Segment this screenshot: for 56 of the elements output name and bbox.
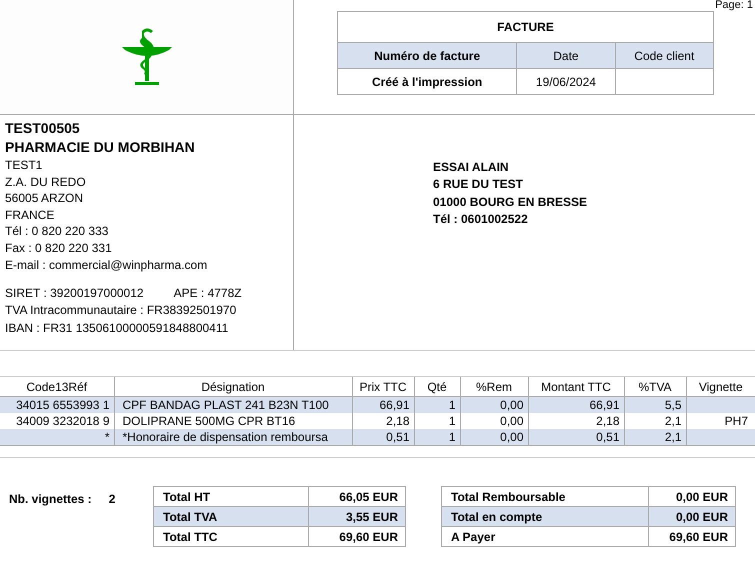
table-cell: 34009 3232018 9 — [0, 413, 114, 429]
client-address-line: 01000 BOURG EN BRESSE — [433, 194, 588, 211]
siret-text: SIRET : 39200197000012 — [5, 285, 144, 302]
page-number: Page: 1 — [715, 0, 753, 11]
invoice-title: FACTURE — [338, 12, 714, 42]
client-address-line: 6 RUE DU TEST — [433, 176, 524, 194]
pharmacy-name: PHARMACIE DU MORBIHAN — [5, 138, 196, 157]
address-line: Fax : 0 820 220 331 — [5, 240, 113, 257]
column-header: Code client — [615, 42, 714, 68]
total-label: Total en compte — [442, 506, 648, 526]
table-cell: 66,91 — [352, 396, 414, 413]
total-label: Total TVA — [154, 506, 308, 526]
address-line: Z.A. DU REDO — [5, 174, 87, 190]
table-cell: 0,51 — [352, 429, 414, 446]
total-value: 69,60 EUR — [308, 526, 406, 546]
table-cell: 19/06/2024 — [516, 68, 616, 94]
table-cell: 34015 6553993 1 — [0, 396, 114, 413]
iban-text: IBAN : FR31 13506100000591848800411 — [5, 320, 230, 337]
total-value: 66,05 EUR — [308, 486, 406, 506]
column-header: Montant TTC — [528, 376, 624, 396]
total-value: 3,55 EUR — [308, 506, 406, 526]
column-header: Numéro de facture — [338, 42, 517, 68]
address-line: E-mail : commercial@winpharma.com — [5, 256, 208, 274]
client-address-line: ESSAI ALAIN — [433, 159, 510, 176]
table-cell: Créé à l'impression — [338, 68, 517, 94]
table-cell: 1 — [414, 429, 460, 446]
table-cell: 0,51 — [528, 429, 624, 446]
column-header: Désignation — [114, 376, 352, 396]
total-value: 69,60 EUR — [648, 526, 736, 546]
vignettes-count: 2 — [108, 492, 116, 506]
client-address-line: Tél : 0601002522 — [433, 210, 529, 228]
table-cell: * — [0, 429, 114, 446]
address-line: FRANCE — [5, 206, 56, 224]
vignettes-label: Nb. vignettes : — [9, 492, 92, 506]
table-cell: 0,00 — [460, 429, 528, 446]
table-cell: 2,1 — [624, 429, 686, 446]
vat-number: TVA Intracommunautaire : FR38392501970 — [5, 302, 238, 320]
snake-cup-icon — [120, 27, 174, 87]
pharmacy-code: TEST00505 — [5, 119, 81, 138]
table-cell: *Honoraire de dispensation remboursa — [114, 429, 352, 446]
total-label: Total HT — [154, 486, 308, 506]
address-line: TEST1 — [5, 157, 44, 174]
table-cell: 66,91 — [528, 396, 624, 413]
column-header: Date — [516, 42, 616, 68]
table-cell: 5,5 — [624, 396, 686, 413]
address-line: Tél : 0 820 220 333 — [5, 223, 110, 240]
address-line: 56005 ARZON — [5, 190, 84, 207]
total-value: 0,00 EUR — [648, 506, 736, 526]
total-label: A Payer — [442, 526, 648, 546]
ape-text: APE : 4778Z — [174, 285, 242, 302]
table-cell: 0,00 — [460, 396, 528, 413]
total-label: Total TTC — [154, 526, 308, 546]
table-cell: 1 — [414, 396, 460, 413]
total-value: 0,00 EUR — [648, 486, 736, 506]
total-label: Total Remboursable — [442, 486, 648, 506]
table-cell: CPF BANDAG PLAST 241 B23N T100 — [114, 396, 352, 413]
